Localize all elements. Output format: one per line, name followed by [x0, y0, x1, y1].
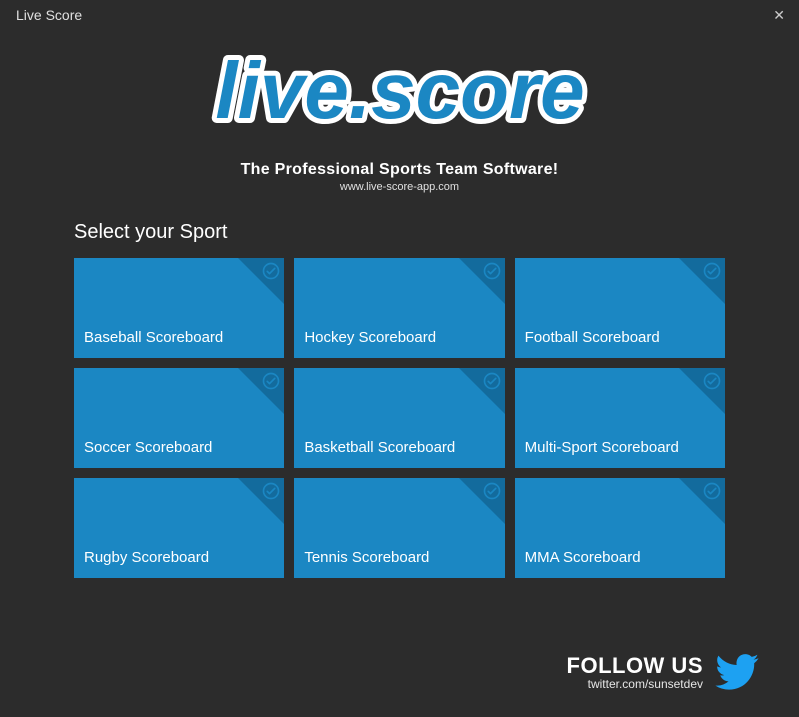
twitter-icon: [715, 654, 759, 690]
follow-us-handle: twitter.com/sunsetdev: [567, 677, 703, 691]
website-url: www.live-score-app.com: [0, 181, 799, 193]
window-title: Live Score: [16, 7, 82, 23]
close-icon[interactable]: ✕: [769, 3, 789, 28]
checkmark-icon: [483, 482, 501, 500]
sport-tile-soccer[interactable]: Soccer Scoreboard: [74, 368, 284, 468]
sport-tile-label: Hockey Scoreboard: [304, 329, 436, 346]
sport-tile-label: Football Scoreboard: [525, 329, 660, 346]
sport-tile-rugby[interactable]: Rugby Scoreboard: [74, 478, 284, 578]
tagline: The Professional Sports Team Software!: [0, 161, 799, 179]
sport-tile-label: MMA Scoreboard: [525, 549, 641, 566]
app-logo: live.score: [200, 40, 600, 150]
sport-tile-basketball[interactable]: Basketball Scoreboard: [294, 368, 504, 468]
checkmark-icon: [262, 482, 280, 500]
checkmark-icon: [703, 262, 721, 280]
titlebar: Live Score ✕: [0, 0, 799, 30]
checkmark-icon: [262, 372, 280, 390]
logo-text: live.score: [215, 46, 584, 135]
sport-tile-grid: Baseball Scoreboard Hockey Scoreboard Foot…: [74, 258, 725, 578]
sport-tile-label: Multi-Sport Scoreboard: [525, 439, 679, 456]
sport-tile-tennis[interactable]: Tennis Scoreboard: [294, 478, 504, 578]
sport-tile-mma[interactable]: MMA Scoreboard: [515, 478, 725, 578]
sport-tile-multisport[interactable]: Multi-Sport Scoreboard: [515, 368, 725, 468]
sport-tile-hockey[interactable]: Hockey Scoreboard: [294, 258, 504, 358]
checkmark-icon: [703, 482, 721, 500]
checkmark-icon: [262, 262, 280, 280]
header-logo-area: live.score The Professional Sports Team …: [0, 40, 799, 193]
sport-tile-football[interactable]: Football Scoreboard: [515, 258, 725, 358]
sport-tile-label: Tennis Scoreboard: [304, 549, 429, 566]
follow-us-title: FOLLOW US: [567, 653, 703, 679]
select-sport-label: Select your Sport: [74, 221, 725, 244]
checkmark-icon: [703, 372, 721, 390]
follow-us[interactable]: FOLLOW US twitter.com/sunsetdev: [567, 653, 759, 691]
sport-tile-baseball[interactable]: Baseball Scoreboard: [74, 258, 284, 358]
checkmark-icon: [483, 262, 501, 280]
sport-tile-label: Rugby Scoreboard: [84, 549, 209, 566]
sport-tile-label: Basketball Scoreboard: [304, 439, 455, 456]
sport-tile-label: Soccer Scoreboard: [84, 439, 212, 456]
sport-tile-label: Baseball Scoreboard: [84, 329, 223, 346]
checkmark-icon: [483, 372, 501, 390]
